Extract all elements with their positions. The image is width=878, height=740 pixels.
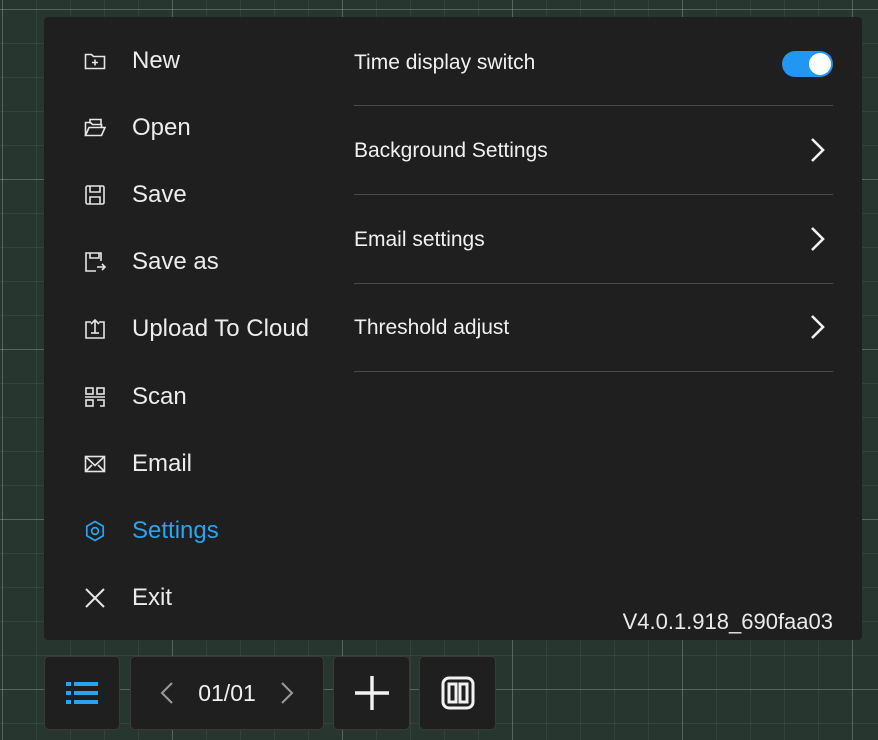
save-as-icon	[82, 249, 108, 275]
side-menu: New Open Save Save as Upload To Cloud Sc…	[44, 17, 344, 640]
setting-label: Email settings	[354, 228, 485, 251]
close-icon	[82, 585, 108, 611]
add-page-button[interactable]	[333, 656, 410, 730]
menu-item-label: Scan	[132, 383, 187, 410]
main-menu-panel: New Open Save Save as Upload To Cloud Sc…	[44, 17, 862, 640]
new-file-icon	[82, 48, 108, 74]
menu-item-label: Exit	[132, 584, 173, 611]
menu-item-save-as[interactable]: Save as	[82, 242, 352, 282]
setting-background[interactable]: Background Settings	[354, 106, 833, 195]
menu-item-label: Save	[132, 181, 187, 208]
chevron-right-icon	[811, 227, 825, 251]
chevron-left-icon[interactable]	[160, 681, 174, 705]
upload-cloud-icon	[82, 316, 108, 342]
split-view-icon	[441, 676, 474, 710]
chevron-right-icon	[811, 138, 825, 162]
gear-icon	[82, 518, 108, 544]
menu-item-label: Save as	[132, 248, 219, 275]
menu-item-exit[interactable]: Exit	[82, 578, 352, 618]
email-icon	[82, 451, 108, 477]
page-indicator: 01/01	[198, 679, 256, 706]
menu-item-scan[interactable]: Scan	[82, 377, 352, 417]
version-label: V4.0.1.918_690faa03	[622, 609, 833, 634]
setting-label: Background Settings	[354, 139, 548, 162]
time-display-toggle[interactable]	[782, 51, 833, 77]
setting-label: Threshold adjust	[354, 316, 510, 339]
menu-item-label: New	[132, 47, 181, 74]
open-folder-icon	[82, 115, 108, 141]
setting-email[interactable]: Email settings	[354, 195, 833, 284]
menu-item-open[interactable]: Open	[82, 108, 352, 148]
menu-item-label: Open	[132, 114, 191, 141]
chevron-right-icon	[811, 315, 825, 339]
menu-item-label: Settings	[132, 517, 219, 544]
split-view-button[interactable]	[419, 656, 496, 730]
menu-item-new[interactable]: New	[82, 41, 352, 81]
toggle-knob	[809, 53, 831, 75]
menu-item-label: Email	[132, 450, 193, 477]
setting-time-display[interactable]: Time display switch	[354, 17, 833, 106]
setting-threshold[interactable]: Threshold adjust	[354, 283, 833, 372]
setting-label: Time display switch	[354, 51, 536, 74]
plus-icon	[354, 676, 389, 710]
menu-item-email[interactable]: Email	[82, 444, 352, 484]
page-navigator: 01/01	[130, 656, 324, 730]
scan-qr-icon	[82, 384, 108, 410]
chevron-right-icon[interactable]	[280, 681, 294, 705]
menu-list-icon	[66, 682, 98, 704]
menu-item-label: Upload To Cloud	[132, 315, 310, 342]
menu-toggle-button[interactable]	[44, 656, 120, 730]
save-icon	[82, 182, 108, 208]
menu-item-upload-to-cloud[interactable]: Upload To Cloud	[82, 309, 352, 349]
menu-item-settings[interactable]: Settings	[82, 511, 352, 551]
menu-item-save[interactable]: Save	[82, 175, 352, 215]
